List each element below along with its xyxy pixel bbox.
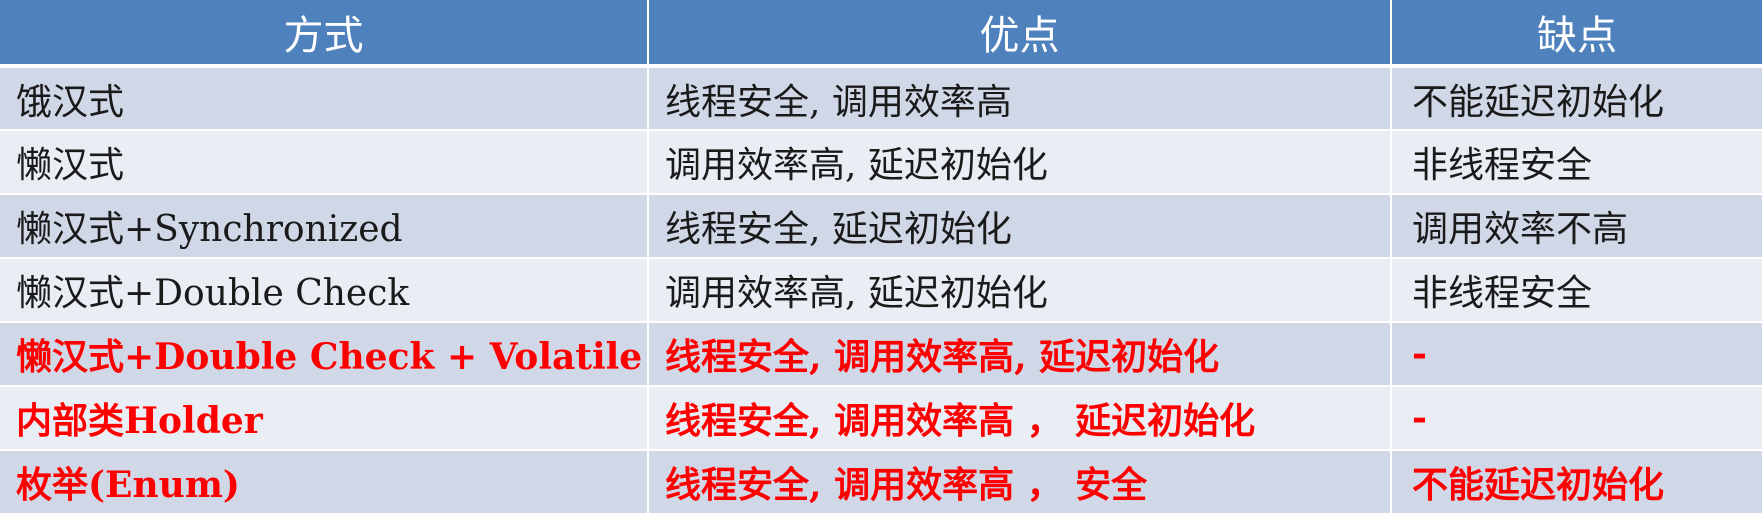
cell-pros: 线程安全, 延迟初始化 [648,194,1392,259]
table-row: 懒汉式+Double Check 调用效率高, 延迟初始化 非线程安全 [0,258,1762,323]
header-cons: 缺点 [1391,0,1762,68]
cell-cons: 调用效率不高 [1391,194,1762,259]
table-row: 饿汉式 线程安全, 调用效率高 不能延迟初始化 [0,66,1762,131]
cell-cons: 不能延迟初始化 [1391,450,1762,515]
header-method: 方式 [0,0,649,68]
cell-method: 懒汉式 [0,130,649,195]
cell-method: 懒汉式+Double Check + Volatile [0,322,649,387]
table-row: 懒汉式+Double Check + Volatile 线程安全, 调用效率高,… [0,322,1762,387]
cell-cons: - [1391,322,1762,387]
cell-method: 饿汉式 [0,66,649,131]
table-body: 饿汉式 线程安全, 调用效率高 不能延迟初始化 懒汉式 调用效率高, 延迟初始化… [0,66,1762,515]
cell-pros: 调用效率高, 延迟初始化 [648,258,1392,323]
table-row: 枚举(Enum) 线程安全, 调用效率高 ， 安全 不能延迟初始化 [0,450,1762,515]
cell-pros: 线程安全, 调用效率高, 延迟初始化 [648,322,1392,387]
cell-method: 懒汉式+Double Check [0,258,649,323]
cell-cons: - [1391,386,1762,451]
cell-method: 懒汉式+Synchronized [0,194,649,259]
cell-pros: 线程安全, 调用效率高 ， 安全 [648,450,1392,515]
singleton-comparison-table: 方式 优点 缺点 饿汉式 线程安全, 调用效率高 不能延迟初始化 懒汉式 调用效… [0,0,1762,515]
table-row: 内部类Holder 线程安全, 调用效率高 ， 延迟初始化 - [0,386,1762,451]
table-row: 懒汉式 调用效率高, 延迟初始化 非线程安全 [0,130,1762,195]
cell-method: 枚举(Enum) [0,450,649,515]
cell-method: 内部类Holder [0,386,649,451]
cell-pros: 调用效率高, 延迟初始化 [648,130,1392,195]
table-row: 懒汉式+Synchronized 线程安全, 延迟初始化 调用效率不高 [0,194,1762,259]
cell-cons: 不能延迟初始化 [1391,66,1762,131]
cell-cons: 非线程安全 [1391,258,1762,323]
cell-pros: 线程安全, 调用效率高 [648,66,1392,131]
header-row: 方式 优点 缺点 [0,0,1762,68]
cell-cons: 非线程安全 [1391,130,1762,195]
cell-pros: 线程安全, 调用效率高 ， 延迟初始化 [648,386,1392,451]
header-pros: 优点 [648,0,1392,68]
table-header: 方式 优点 缺点 [0,0,1762,68]
